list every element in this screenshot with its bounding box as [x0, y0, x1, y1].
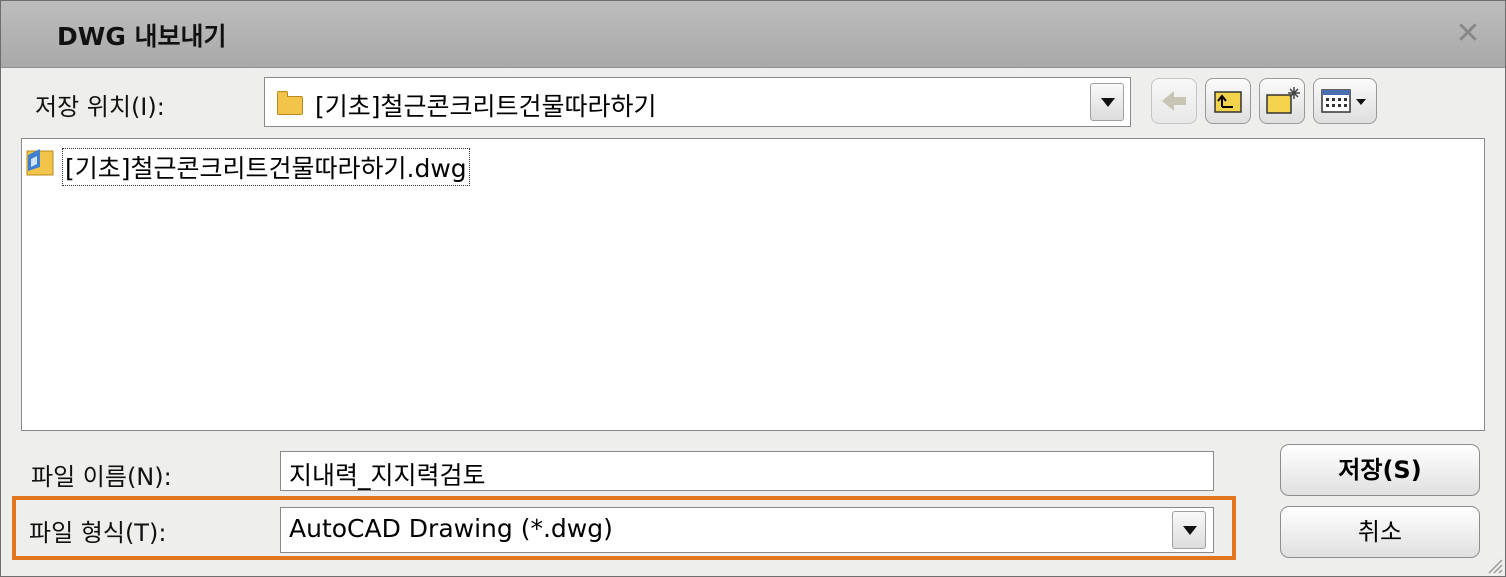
new-folder-icon [1266, 87, 1300, 114]
up-folder-button[interactable] [1205, 78, 1251, 124]
save-location-dropdown-button[interactable] [1090, 83, 1124, 121]
save-button[interactable]: 저장(S) [1280, 444, 1480, 496]
file-name: [기초]철근콘크리트건물따라하기.dwg [62, 148, 470, 186]
file-list[interactable]: [기초]철근콘크리트건물따라하기.dwg [21, 138, 1485, 431]
file-type-highlight-box [12, 496, 1236, 560]
view-menu-icon [1321, 89, 1366, 113]
file-name-value: 지내력_지지력검토 [289, 461, 486, 490]
file-name-label: 파일 이름(N): [31, 463, 172, 491]
title-bar[interactable]: DWG 내보내기 ✕ [1, 1, 1505, 68]
save-location-label: 저장 위치(I): [35, 93, 165, 121]
cancel-button[interactable]: 취소 [1280, 506, 1480, 558]
dwg-export-dialog: DWG 내보내기 ✕ 저장 위치(I): [기초]철근콘크리트건물따라하기 [기… [0, 0, 1506, 577]
save-location-value: [기초]철근콘크리트건물따라하기 [315, 92, 657, 121]
back-arrow-icon [1162, 91, 1186, 111]
view-menu-button[interactable] [1313, 78, 1377, 124]
dialog-title: DWG 내보내기 [57, 22, 227, 51]
file-name-input[interactable]: 지내력_지지력검토 [280, 451, 1214, 491]
folder-icon [277, 91, 303, 115]
close-icon[interactable]: ✕ [1453, 19, 1483, 49]
up-folder-icon [1214, 91, 1242, 113]
dwg-file-icon [26, 149, 54, 176]
save-location-combo[interactable]: [기초]철근콘크리트건물따라하기 [264, 77, 1131, 127]
back-button[interactable] [1151, 78, 1197, 124]
new-folder-button[interactable] [1259, 78, 1305, 124]
resize-grip-icon[interactable] [1485, 556, 1503, 574]
